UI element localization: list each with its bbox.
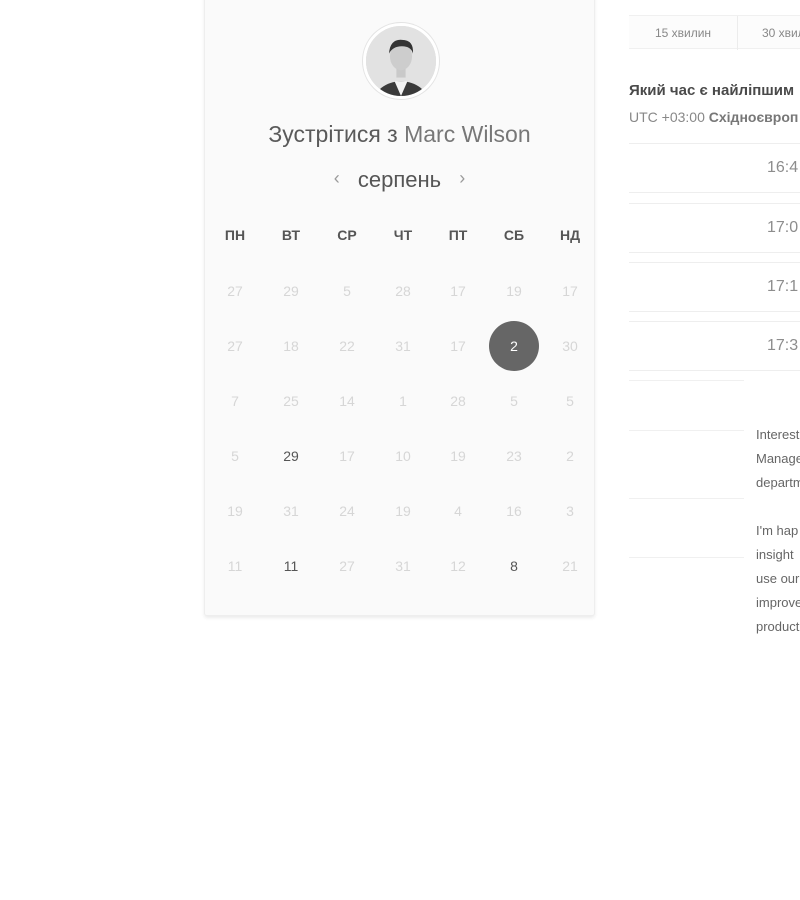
divider [629,557,744,558]
calendar-day: 2 [566,448,574,464]
calendar-day: 19 [227,503,243,519]
calendar-day: 7 [231,393,239,409]
calendar-day: 31 [395,338,411,354]
calendar-day: 27 [227,283,243,299]
calendar-day: 3 [566,503,574,519]
calendar-day: 31 [283,503,299,519]
calendar-day: 19 [395,503,411,519]
calendar-day: 24 [339,503,355,519]
calendar-day[interactable]: 29 [266,431,316,481]
calendar-day: 12 [450,558,466,574]
booking-page: Зустрітися з Marc Wilson ‹ серпень › ПН … [0,0,800,900]
calendar-day: 19 [506,283,522,299]
calendar-card: Зустрітися з Marc Wilson ‹ серпень › ПН … [204,0,595,616]
bio-line: Interest [756,427,800,442]
bio-paragraph: I'm hap insight use our improve product [756,519,800,639]
calendar-day: 28 [395,283,411,299]
calendar-day: 29 [283,283,299,299]
time-slot-label: 17:0 [767,219,799,236]
time-slot-label: 16:4 [767,159,799,176]
calendar-day: 21 [562,558,578,574]
calendar-day: 17 [450,338,466,354]
time-slot[interactable]: 17:3 [629,321,800,371]
calendar-day: 11 [227,558,243,574]
divider [629,430,744,431]
duration-option[interactable]: 15 хвилин [629,16,737,50]
calendar-day: 1 [399,393,407,409]
calendar-day: 5 [343,283,351,299]
calendar-day: 23 [506,448,522,464]
divider [629,498,744,499]
calendar-day: 18 [283,338,299,354]
time-slot-label: 17:3 [767,337,799,354]
timezone-offset: UTC +03:00 [629,109,705,125]
calendar-day: 27 [339,558,355,574]
calendar-day: 4 [454,503,462,519]
calendar-day: 25 [283,393,299,409]
bio-line: Manage [756,451,800,466]
timezone-name: Східноєвроп [708,109,799,125]
bio-line: departm [756,475,800,490]
calendar-day: 16 [506,503,522,519]
bio-line: improve [756,595,800,610]
scheduler-panel: 15 хвилин 30 хвил Який час є найліпшим U… [629,0,800,900]
calendar-day[interactable]: 8 [489,541,539,591]
calendar-day-selected[interactable]: 2 [489,321,539,371]
divider [629,380,744,381]
time-question-heading: Який час є найліпшим [629,82,795,99]
time-slot-label: 17:1 [767,278,799,295]
duration-tabs: 15 хвилин 30 хвил [629,15,800,50]
bio-line: I'm hap [756,523,799,538]
calendar-day: 28 [450,393,466,409]
timezone-selector[interactable]: UTC +03:00 Східноєвроп [629,109,798,125]
calendar-day: 17 [562,283,578,299]
calendar-day: 27 [227,338,243,354]
calendar-day-grid: 27 29 5 28 17 19 17 27 18 22 31 17 2 30 7 25 14 1 28 5 5 5 29 1… [207,0,598,617]
calendar-day: 5 [566,393,574,409]
calendar-day: 10 [395,448,411,464]
calendar-day: 14 [339,393,355,409]
calendar-day: 5 [510,393,518,409]
time-slot[interactable]: 17:0 [629,203,800,253]
bio-paragraph: Interest Manage departm [756,423,800,495]
duration-option[interactable]: 30 хвил [738,16,800,50]
calendar-day: 22 [339,338,355,354]
calendar-day: 17 [339,448,355,464]
time-slot[interactable]: 17:1 [629,262,800,312]
bio-line: use our [756,571,800,586]
bio-line: product [756,619,800,634]
time-slot[interactable]: 16:4 [629,143,800,193]
calendar-day: 30 [562,338,578,354]
host-bio: Interest Manage departm I'm hap insight … [756,423,800,639]
calendar-day[interactable]: 11 [266,541,316,591]
bio-line: insight [756,547,794,562]
calendar-day: 17 [450,283,466,299]
calendar-day: 5 [231,448,239,464]
calendar-day: 19 [450,448,466,464]
calendar-day: 31 [395,558,411,574]
